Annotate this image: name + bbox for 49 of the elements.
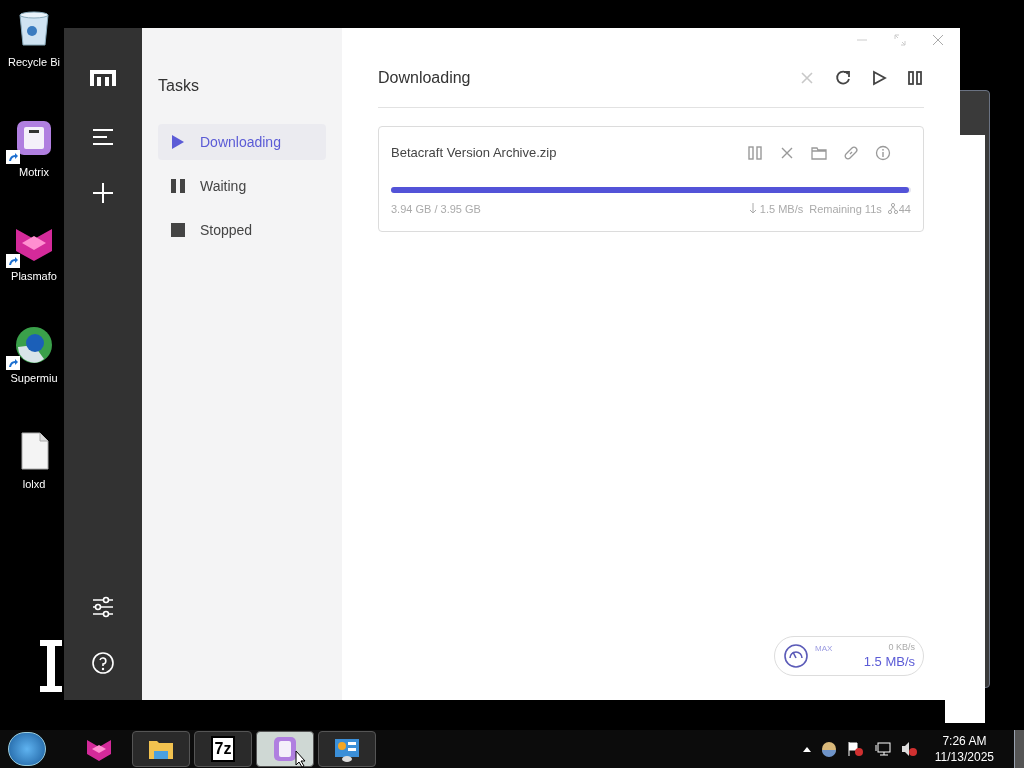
folder-icon[interactable]	[811, 144, 827, 161]
speed-text: 1.5 MB/s	[759, 201, 804, 217]
stop-icon	[170, 222, 186, 238]
link-icon[interactable]	[843, 144, 859, 161]
connections-count: 44	[898, 201, 911, 217]
settings-icon[interactable]	[90, 594, 116, 618]
speedometer-icon	[783, 643, 809, 669]
start-button[interactable]	[8, 732, 46, 766]
text-cursor-icon	[38, 640, 64, 692]
file-name: Betacraft Version Archive.zip	[391, 144, 557, 162]
pause-icon	[170, 178, 186, 194]
network-icon[interactable]	[874, 741, 891, 757]
show-desktop-button[interactable]	[1014, 730, 1024, 768]
globe-icon[interactable]	[14, 325, 54, 365]
help-icon[interactable]	[90, 650, 116, 674]
show-hidden-icons-icon[interactable]	[802, 746, 811, 752]
connections-icon	[887, 203, 898, 215]
download-speed: 1.5 MB/s	[863, 653, 915, 670]
desktop-icon-label[interactable]: Supermiu	[10, 370, 58, 387]
pause-icon[interactable]	[906, 68, 924, 87]
taskbar-button[interactable]	[318, 731, 376, 767]
down-arrow-icon	[748, 203, 757, 215]
remaining-text: Remaining 11s	[809, 201, 882, 217]
taskbar-button[interactable]: 7z	[194, 731, 252, 767]
desktop-icon-label[interactable]: Plasmafo	[11, 268, 57, 285]
refresh-icon[interactable]	[834, 68, 852, 87]
flag-error-icon[interactable]	[846, 741, 865, 757]
task-card[interactable]: Betacraft Version Archive.zip 3.94 GB / 3.95 GB 1.5 MB/s Remaining 11s 44	[378, 126, 924, 232]
task-list-tab[interactable]: Downloading	[158, 124, 326, 160]
add-icon[interactable]	[90, 180, 116, 204]
speaker-muted-icon[interactable]	[900, 741, 919, 757]
upload-speed: 0 KB/s	[888, 642, 915, 654]
motrix-app-icon	[271, 735, 299, 763]
play-icon	[170, 134, 186, 150]
max-label: MAX	[815, 643, 833, 655]
taskbar-button[interactable]	[256, 731, 314, 767]
task-list-tab[interactable]: Stopped	[158, 212, 326, 248]
info-icon[interactable]	[875, 144, 891, 161]
task-list-tab[interactable]: Waiting	[158, 168, 326, 204]
desktop-icon-label[interactable]: lolxd	[22, 476, 46, 493]
size-text: 3.94 GB / 3.95 GB	[391, 201, 481, 217]
desktop-icon-label[interactable]: Motrix	[19, 164, 49, 181]
play-icon[interactable]	[870, 68, 888, 87]
page-title: Downloading	[378, 67, 471, 88]
taskbar-button[interactable]	[132, 731, 190, 767]
desktop-icon-label[interactable]: Recycle Bi	[8, 54, 60, 71]
clock[interactable]: 7:26 AM 11/13/2025	[934, 733, 994, 765]
panel-title: Tasks	[158, 76, 200, 96]
sphere-icon[interactable]	[820, 741, 837, 757]
